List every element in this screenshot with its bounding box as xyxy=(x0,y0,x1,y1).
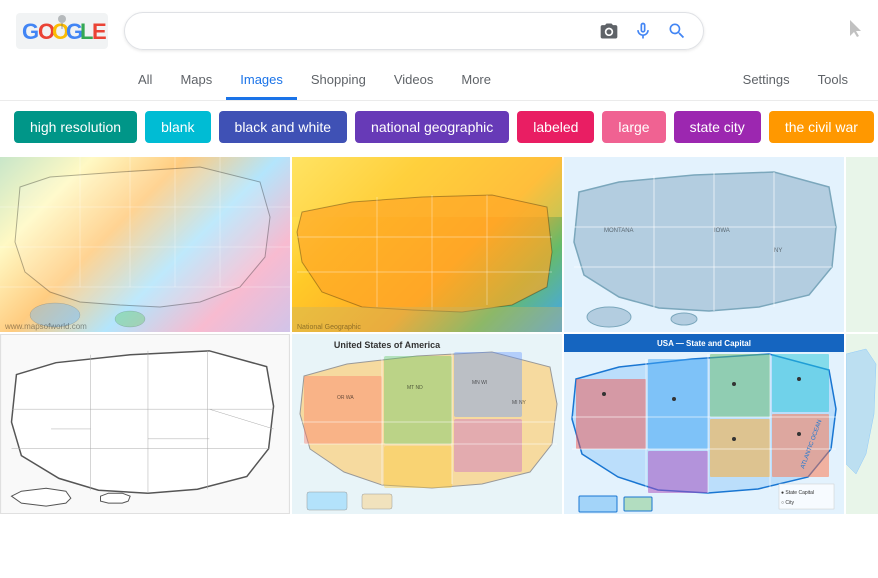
svg-text:E: E xyxy=(92,19,107,44)
svg-text:OR WA: OR WA xyxy=(337,395,354,401)
map-svg-8 xyxy=(846,334,878,514)
nav-item-videos[interactable]: Videos xyxy=(380,62,448,100)
nav-item-images[interactable]: Images xyxy=(226,62,297,100)
nav-left: All Maps Images Shopping Videos More xyxy=(124,62,505,100)
image-grid: www.mapsofworld.com Nation xyxy=(0,153,878,518)
image-result-4[interactable] xyxy=(846,157,878,332)
map-svg-6: United States of America OR WA M xyxy=(292,334,562,514)
svg-text:IOWA: IOWA xyxy=(714,228,730,234)
map-svg-4 xyxy=(846,157,878,332)
filter-chips-row: high resolution blank black and white na… xyxy=(0,101,878,153)
chip-state-city[interactable]: state city xyxy=(674,111,761,143)
map-svg-2: National Geographic xyxy=(292,157,562,332)
map-svg-1: www.mapsofworld.com xyxy=(0,157,290,332)
svg-text:USA — State and Capital: USA — State and Capital xyxy=(657,339,751,348)
image-result-5[interactable] xyxy=(0,334,290,514)
image-result-3[interactable]: MONTANA IOWA NY xyxy=(564,157,844,332)
svg-text:MT ND: MT ND xyxy=(407,385,423,391)
microphone-icon xyxy=(633,21,653,41)
image-result-7[interactable]: USA — State and Capital xyxy=(564,334,844,514)
image-row-1: www.mapsofworld.com Nation xyxy=(0,157,878,332)
svg-text:○ City: ○ City xyxy=(781,500,795,506)
cursor-indicator xyxy=(850,20,862,43)
map-svg-3: MONTANA IOWA NY xyxy=(564,157,844,332)
image-result-8[interactable] xyxy=(846,334,878,514)
chip-blank[interactable]: blank xyxy=(145,111,210,143)
google-logo[interactable]: G O O G L E xyxy=(16,13,108,49)
chip-the-civil-war[interactable]: the civil war xyxy=(769,111,874,143)
camera-icon xyxy=(599,21,619,41)
svg-text:www.mapsofworld.com: www.mapsofworld.com xyxy=(4,322,87,331)
nav-item-more[interactable]: More xyxy=(447,62,505,100)
voice-search-button[interactable] xyxy=(631,19,655,43)
chip-large[interactable]: large xyxy=(602,111,665,143)
nav-item-settings[interactable]: Settings xyxy=(729,62,804,100)
svg-text:National Geographic: National Geographic xyxy=(297,324,361,331)
chip-national-geographic[interactable]: national geographic xyxy=(355,111,509,143)
image-row-2: United States of America OR WA M xyxy=(0,334,878,514)
chip-black-and-white[interactable]: black and white xyxy=(219,111,348,143)
search-input[interactable]: united states map xyxy=(139,22,589,40)
search-submit-button[interactable] xyxy=(665,19,689,43)
image-result-1[interactable]: www.mapsofworld.com xyxy=(0,157,290,332)
svg-text:United States of America: United States of America xyxy=(334,340,441,350)
nav-item-tools[interactable]: Tools xyxy=(804,62,862,100)
svg-text:G: G xyxy=(22,19,39,44)
nav-item-all[interactable]: All xyxy=(124,62,166,100)
image-result-2[interactable]: National Geographic xyxy=(292,157,562,332)
svg-text:MN WI: MN WI xyxy=(472,380,487,386)
svg-text:NY: NY xyxy=(774,248,782,254)
nav-item-maps[interactable]: Maps xyxy=(166,62,226,100)
map-svg-5 xyxy=(1,335,289,513)
chip-labeled[interactable]: labeled xyxy=(517,111,594,143)
search-icons-group xyxy=(597,19,689,43)
svg-text:MI NY: MI NY xyxy=(512,400,527,406)
nav-right: Settings Tools xyxy=(729,62,862,100)
svg-text:MONTANA: MONTANA xyxy=(604,228,634,234)
chip-high-resolution[interactable]: high resolution xyxy=(14,111,137,143)
map-svg-7: USA — State and Capital xyxy=(564,334,844,514)
navigation: All Maps Images Shopping Videos More Set… xyxy=(0,62,878,101)
search-bar: united states map xyxy=(124,12,704,50)
header: G O O G L E united states map xyxy=(0,0,878,62)
nav-item-shopping[interactable]: Shopping xyxy=(297,62,380,100)
svg-text:● State Capital: ● State Capital xyxy=(781,490,814,496)
camera-search-button[interactable] xyxy=(597,19,621,43)
image-result-6[interactable]: United States of America OR WA M xyxy=(292,334,562,514)
search-icon xyxy=(667,21,687,41)
